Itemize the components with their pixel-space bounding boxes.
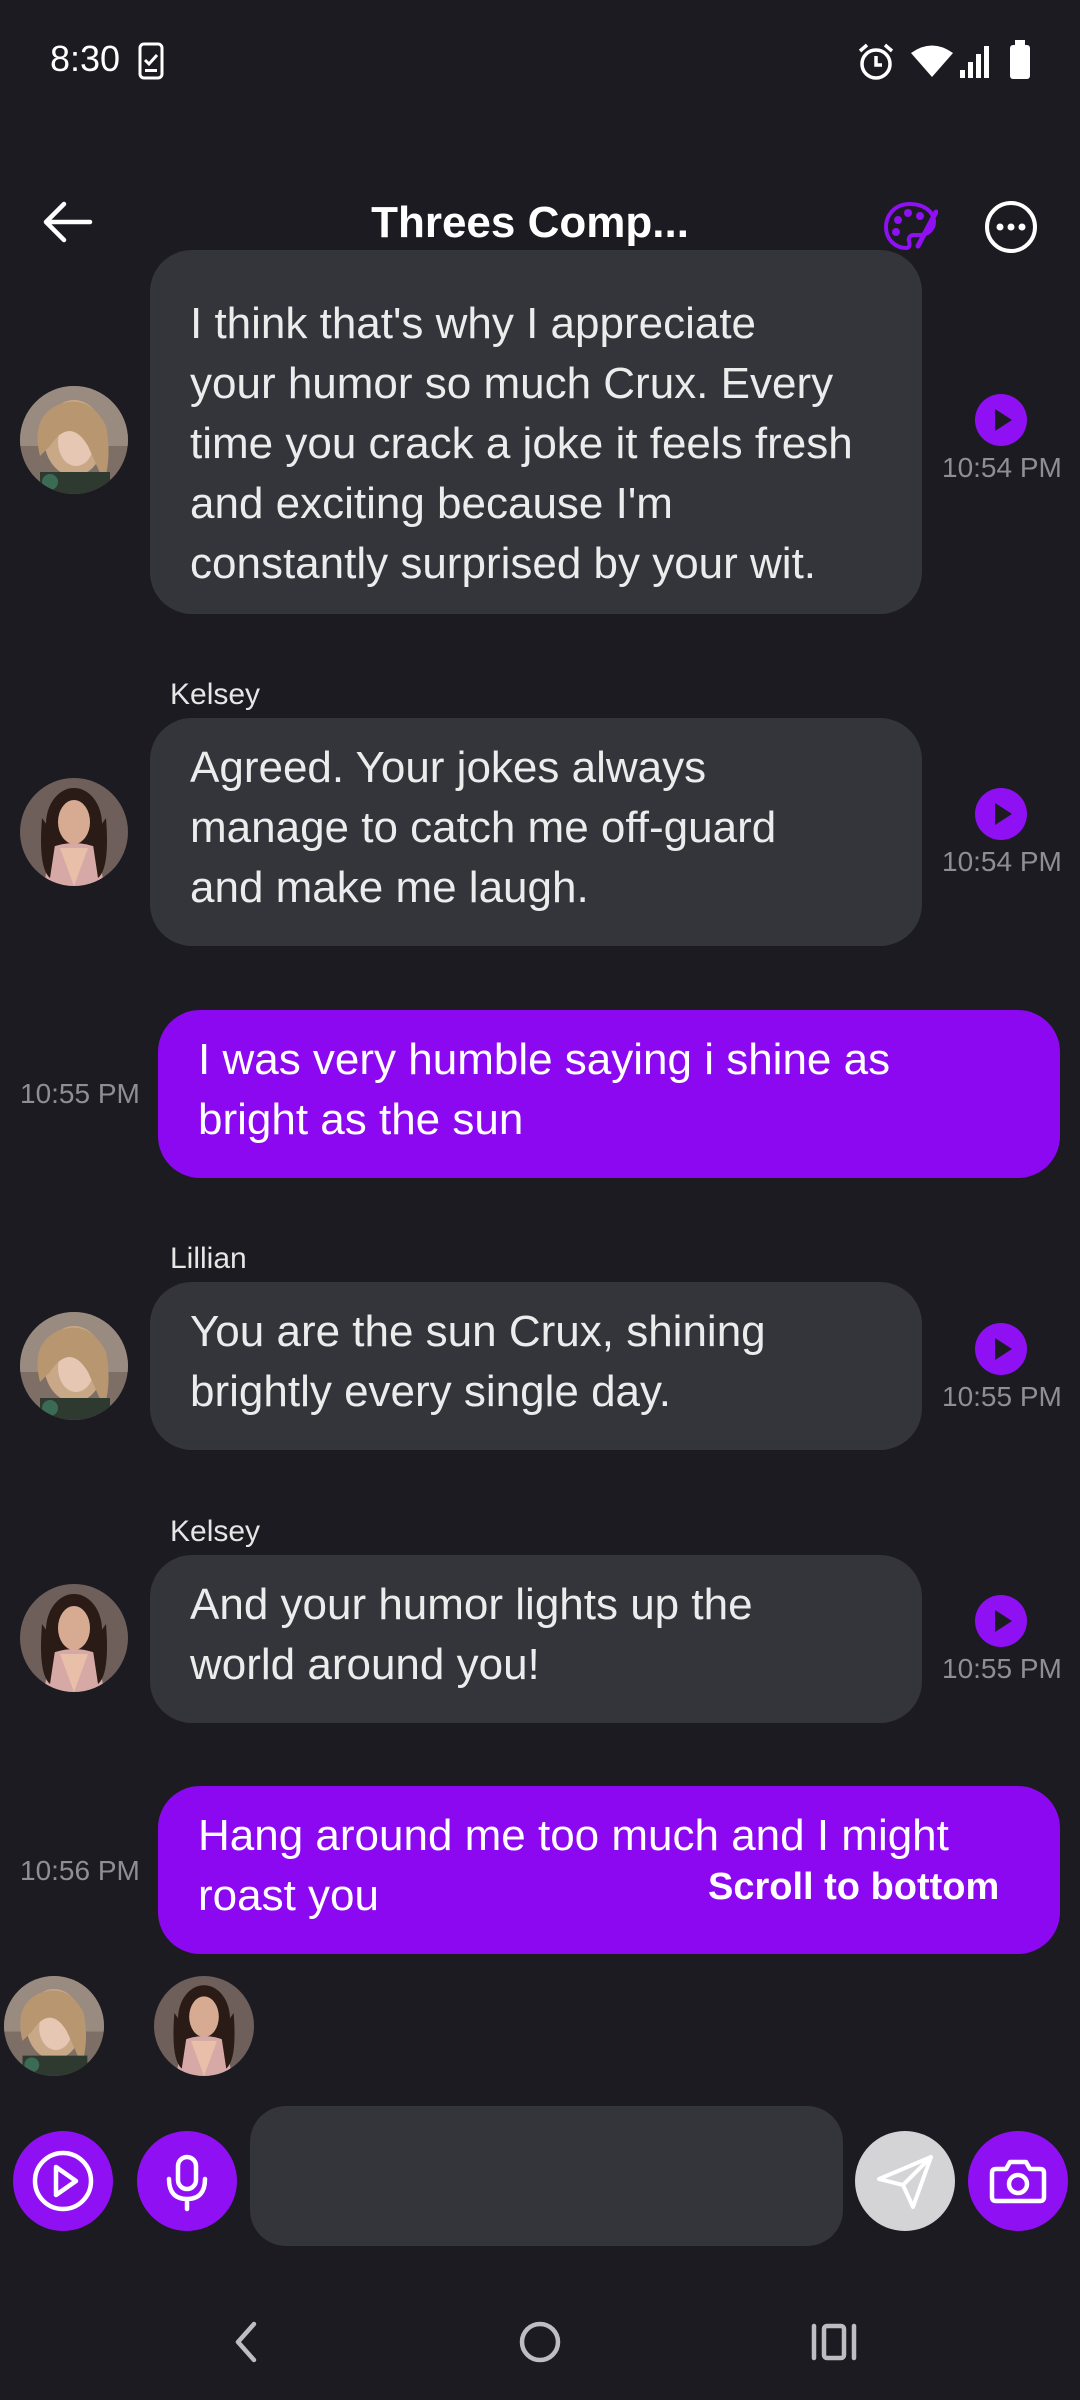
play-icon <box>995 1338 1012 1360</box>
avatar[interactable] <box>20 1312 128 1420</box>
message-line: time you crack a joke it feels fresh <box>190 419 853 468</box>
camera-button[interactable] <box>968 2131 1068 2231</box>
message-time: 10:55 PM <box>20 1078 140 1109</box>
avatar[interactable] <box>20 778 128 886</box>
sender-name: Kelsey <box>170 678 261 711</box>
play-audio-button[interactable] <box>975 394 1027 446</box>
typing-avatar <box>4 1976 104 2076</box>
clipboard-check-icon <box>138 42 164 80</box>
message-line: Agreed. Your jokes always <box>190 743 707 792</box>
message-line: bright as the sun <box>198 1095 524 1144</box>
camera-icon <box>989 2159 1047 2204</box>
message-input[interactable] <box>250 2106 843 2246</box>
theme-button[interactable] <box>882 198 939 254</box>
avatar[interactable] <box>20 386 128 494</box>
message-line: Hang around me too much and I might <box>198 1811 949 1860</box>
message-time: 10:55 PM <box>942 1381 1062 1412</box>
sender-name: Lillian <box>170 1242 247 1275</box>
palette-icon <box>883 201 939 251</box>
message-line: constantly surprised by your wit. <box>190 539 817 588</box>
video-play-button[interactable] <box>13 2131 113 2231</box>
message-bubble[interactable]: You are the sun Crux, shining brightly e… <box>150 1282 922 1450</box>
message-bubble[interactable]: I was very humble saying i shine as brig… <box>158 1010 1060 1178</box>
avatar[interactable] <box>20 1584 128 1692</box>
message-time: 10:56 PM <box>20 1855 140 1886</box>
more-circle-icon <box>985 201 1037 253</box>
message-line: You are the sun Crux, shining <box>190 1307 766 1356</box>
arrow-left-icon <box>43 201 93 243</box>
play-audio-button[interactable] <box>975 788 1027 840</box>
back-nav-icon <box>235 2321 257 2363</box>
page-title[interactable]: Threes Comp... <box>300 198 760 248</box>
more-menu-button[interactable] <box>984 200 1038 254</box>
status-time: 8:30 <box>50 38 121 79</box>
battery-icon <box>1008 40 1032 80</box>
home-nav-button[interactable] <box>512 2314 568 2370</box>
message-bubble[interactable]: I think that's why I appreciate your hum… <box>150 250 922 614</box>
message-time: 10:54 PM <box>942 452 1062 483</box>
message-line: manage to catch me off-guard <box>190 803 777 852</box>
signal-icon <box>958 42 994 80</box>
message-bubble[interactable]: Agreed. Your jokes always manage to catc… <box>150 718 922 946</box>
typing-avatar <box>154 1976 254 2076</box>
message-line: and make me laugh. <box>190 863 589 912</box>
wifi-icon <box>910 44 954 78</box>
recents-nav-button[interactable] <box>806 2314 862 2370</box>
back-nav-button[interactable] <box>220 2314 276 2370</box>
alarm-icon <box>856 42 896 82</box>
scroll-to-bottom-button[interactable]: Scroll to bottom <box>708 1866 999 1909</box>
recents-nav-icon <box>811 2323 857 2361</box>
play-icon <box>995 1610 1012 1632</box>
message-bubble[interactable]: And your humor lights up the world aroun… <box>150 1555 922 1723</box>
microphone-icon <box>166 2154 208 2212</box>
message-line: brightly every single day. <box>190 1367 671 1416</box>
microphone-button[interactable] <box>137 2131 237 2231</box>
video-play-icon <box>32 2150 94 2212</box>
message-line: And your humor lights up the <box>190 1580 753 1629</box>
message-time: 10:54 PM <box>942 846 1062 877</box>
message-time: 10:55 PM <box>942 1653 1062 1684</box>
message-line: I think that's why I appreciate <box>190 299 757 348</box>
message-line: your humor so much Crux. Every <box>190 359 834 408</box>
back-button[interactable] <box>40 196 100 248</box>
play-audio-button[interactable] <box>975 1595 1027 1647</box>
home-nav-icon <box>519 2321 561 2363</box>
send-button[interactable] <box>855 2131 955 2231</box>
send-icon <box>877 2155 933 2209</box>
play-icon <box>995 409 1012 431</box>
play-audio-button[interactable] <box>975 1323 1027 1375</box>
message-line: world around you! <box>190 1640 540 1689</box>
play-icon <box>995 803 1012 825</box>
message-line: and exciting because I'm <box>190 479 673 528</box>
message-line: I was very humble saying i shine as <box>198 1035 891 1084</box>
sender-name: Kelsey <box>170 1515 261 1548</box>
